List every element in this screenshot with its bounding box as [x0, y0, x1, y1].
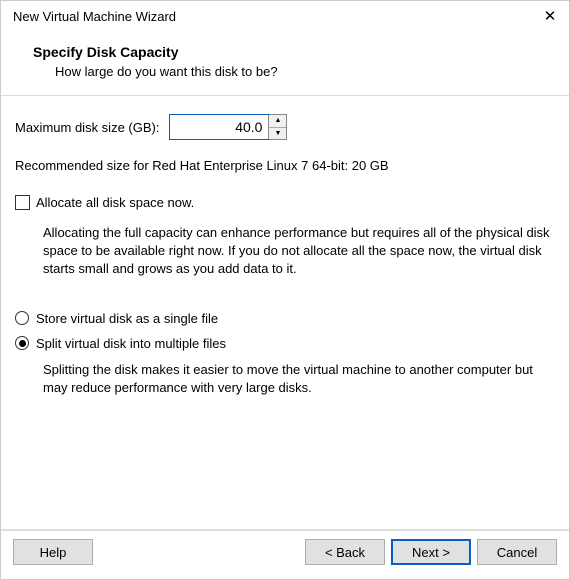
allocate-label: Allocate all disk space now. [36, 195, 194, 210]
storage-single-row[interactable]: Store virtual disk as a single file [15, 311, 555, 326]
disk-size-row: Maximum disk size (GB): ▲ ▼ [15, 114, 555, 140]
storage-split-label: Split virtual disk into multiple files [36, 336, 226, 351]
titlebar: New Virtual Machine Wizard ✕ [1, 1, 569, 30]
page-title: Specify Disk Capacity [33, 44, 545, 60]
spinner-up-icon[interactable]: ▲ [269, 115, 286, 128]
back-button[interactable]: < Back [305, 539, 385, 565]
cancel-button[interactable]: Cancel [477, 539, 557, 565]
storage-single-radio[interactable] [15, 311, 29, 325]
storage-split-row[interactable]: Split virtual disk into multiple files [15, 336, 555, 351]
recommended-text: Recommended size for Red Hat Enterprise … [15, 158, 555, 173]
next-button[interactable]: Next > [391, 539, 471, 565]
page-subtitle: How large do you want this disk to be? [55, 64, 545, 79]
allocate-checkbox[interactable] [15, 195, 30, 210]
spinner-down-icon[interactable]: ▼ [269, 128, 286, 140]
footer: Help < Back Next > Cancel [1, 530, 569, 579]
header-section: Specify Disk Capacity How large do you w… [1, 30, 569, 91]
spinner-buttons: ▲ ▼ [268, 115, 286, 139]
content-area: Maximum disk size (GB): ▲ ▼ Recommended … [1, 96, 569, 525]
allocate-explain: Allocating the full capacity can enhance… [43, 224, 553, 279]
storage-split-radio[interactable] [15, 336, 29, 350]
close-icon[interactable]: ✕ [543, 10, 557, 24]
window-title: New Virtual Machine Wizard [13, 9, 176, 24]
storage-single-label: Store virtual disk as a single file [36, 311, 218, 326]
disk-size-spinner: ▲ ▼ [169, 114, 287, 140]
allocate-row[interactable]: Allocate all disk space now. [15, 195, 555, 210]
storage-split-explain: Splitting the disk makes it easier to mo… [43, 361, 549, 397]
disk-size-input[interactable] [170, 115, 268, 139]
wizard-window: New Virtual Machine Wizard ✕ Specify Dis… [0, 0, 570, 580]
disk-size-label: Maximum disk size (GB): [15, 120, 159, 135]
help-button[interactable]: Help [13, 539, 93, 565]
